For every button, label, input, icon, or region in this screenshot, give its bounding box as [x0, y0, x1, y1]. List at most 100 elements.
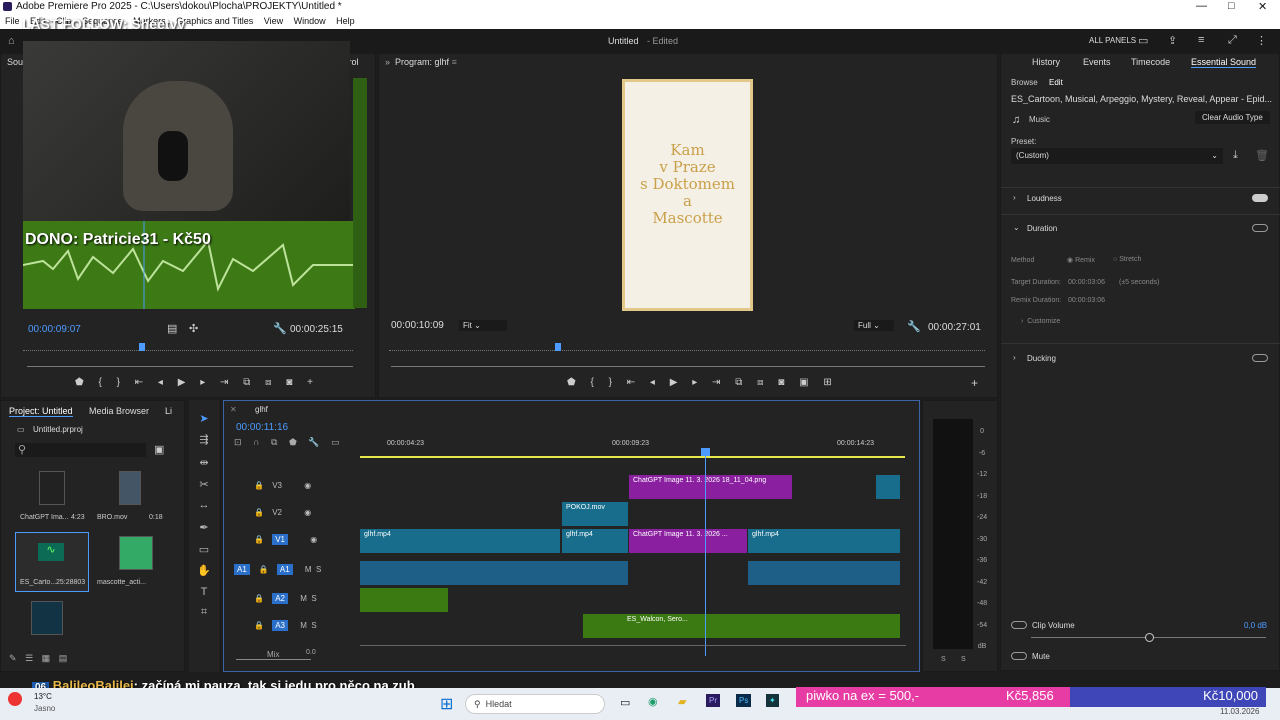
export-frame-icon[interactable]: ◙ [778, 377, 784, 388]
close-sequence-icon[interactable]: ✕ [230, 405, 237, 414]
program-goto-out-icon[interactable]: ⇥ [712, 377, 720, 388]
weather-icon[interactable] [8, 692, 22, 706]
caption-tool-icon[interactable]: ⌗ [195, 606, 213, 622]
program-ruler[interactable] [389, 345, 985, 351]
task-view-icon[interactable]: ▭ [620, 696, 630, 709]
program-add-icon[interactable]: + [971, 376, 978, 390]
thumb-video[interactable] [31, 601, 63, 635]
menu-help[interactable]: Help [336, 16, 355, 26]
linked-icon[interactable]: ⧉ [271, 437, 277, 447]
more-icon[interactable]: ⋮ [1256, 34, 1267, 47]
stretch-radio[interactable]: ○ Stretch [1113, 256, 1141, 263]
marker-icon[interactable]: ⬟ [75, 377, 84, 388]
program-marker-icon[interactable]: ⬟ [567, 377, 576, 388]
duration-section[interactable]: Duration [1027, 224, 1057, 233]
clear-audio-type-button[interactable]: Clear Audio Type [1195, 111, 1270, 124]
list-view-icon[interactable]: ☰ [25, 653, 33, 663]
goto-out-icon[interactable]: ⇥ [220, 377, 228, 388]
panel-menu-icon[interactable]: » [385, 57, 390, 67]
timeline-wrench-icon[interactable]: 🔧 [308, 437, 319, 447]
overwrite-icon[interactable]: ⧈ [265, 377, 271, 388]
clip-v3-image[interactable]: ChatGPT Image 11. 3. 2026 18_11_04.png [629, 475, 792, 499]
tab-essential-sound[interactable]: Essential Sound [1191, 57, 1257, 68]
program-in-icon[interactable]: { [590, 377, 593, 388]
compare-icon[interactable]: ▣ [799, 377, 808, 388]
ducking-section[interactable]: Ducking [1027, 354, 1056, 363]
duration-toggle[interactable] [1252, 224, 1268, 232]
goto-in-icon[interactable]: ⇤ [135, 377, 143, 388]
timeline-playhead[interactable] [705, 451, 706, 656]
ducking-toggle[interactable] [1252, 354, 1268, 362]
sequence-tab[interactable]: glhf [255, 405, 268, 414]
snap-icon[interactable]: ⊡ [234, 437, 242, 447]
camera-icon[interactable]: ◙ [286, 377, 292, 388]
clip-volume-value[interactable]: 0,0 dB [1244, 621, 1267, 630]
razor-icon[interactable]: ✂ [195, 478, 213, 494]
captions-icon[interactable]: ▭ [331, 437, 340, 447]
ducking-chevron-icon[interactable]: › [1013, 353, 1016, 362]
photoshop-taskbar-icon[interactable]: Ps [736, 694, 752, 707]
clip-volume-handle[interactable] [1145, 633, 1154, 642]
solo-left-button[interactable]: S [941, 656, 946, 663]
maximize-button[interactable]: □ [1228, 0, 1235, 12]
pen-tool-icon[interactable]: ✒ [195, 521, 213, 537]
mute-toggle[interactable] [1011, 652, 1027, 660]
extract-icon[interactable]: ⧈ [757, 377, 763, 388]
program-play-icon[interactable]: ▶ [670, 377, 678, 388]
tab-browse[interactable]: Browse [1011, 78, 1038, 87]
clip-v1-glhf-1[interactable]: glhf.mp4 [360, 529, 560, 553]
edge-icon[interactable]: ◉ [648, 695, 658, 708]
all-panels-button[interactable]: ALL PANELS [1089, 36, 1136, 45]
tab-events[interactable]: Events [1083, 57, 1111, 67]
loudness-section[interactable]: Loudness [1027, 194, 1062, 203]
mix-value[interactable]: 0.0 [306, 649, 316, 656]
minimize-button[interactable]: — [1196, 0, 1207, 12]
pen-icon[interactable]: ✎ [9, 653, 17, 663]
add-marker-icon[interactable]: ⬟ [289, 437, 297, 447]
source-ruler[interactable] [23, 345, 353, 351]
clip-v1-image[interactable]: ChatGPT Image 11. 3. 2026 ... [629, 529, 747, 553]
delete-preset-icon[interactable]: 🗑 [1255, 149, 1269, 162]
clip-a3-music[interactable]: ES_Walcon, Sero... [583, 614, 900, 638]
target-duration-value[interactable]: 00:00:03:06 [1068, 279, 1105, 286]
menu-view[interactable]: View [264, 16, 283, 26]
mix-slider[interactable] [236, 659, 311, 660]
home-icon[interactable]: ⌂ [8, 35, 15, 47]
in-point-icon[interactable]: { [98, 377, 101, 388]
freeform-icon[interactable]: ▤ [59, 653, 68, 663]
icon-view-icon[interactable]: ▦ [42, 653, 51, 663]
clip-a2-music[interactable] [360, 588, 448, 612]
tab-libraries[interactable]: Li [165, 406, 172, 416]
fit-dropdown[interactable]: Fit ⌄ [459, 320, 507, 331]
magnet-icon[interactable]: ∩ [253, 437, 259, 447]
project-search-input[interactable]: ⚲ [15, 443, 146, 457]
thumb-mascotte[interactable] [119, 536, 153, 570]
step-back-icon[interactable]: ◂ [158, 377, 163, 388]
source-playhead[interactable] [139, 343, 145, 351]
playhead-handle[interactable] [701, 448, 710, 456]
clip-v2-pokoj[interactable]: POKOJ.mov [562, 502, 628, 526]
taskbar-search[interactable]: ⚲ Hledat [465, 694, 605, 714]
slip-icon[interactable]: ↔ [195, 499, 213, 515]
step-forward-icon[interactable]: ▸ [200, 377, 205, 388]
program-step-forward-icon[interactable]: ▸ [692, 377, 697, 388]
fullscreen-icon[interactable]: ⤢ [1228, 34, 1237, 47]
tab-edit[interactable]: Edit [1049, 78, 1063, 87]
type-tool-icon[interactable]: T [195, 586, 213, 602]
program-playhead[interactable] [555, 343, 561, 351]
save-preset-icon[interactable]: ⤓ [1233, 149, 1238, 162]
source-zoom-bar[interactable] [27, 366, 353, 367]
wrench-icon[interactable]: 🔧 [273, 322, 287, 335]
rectangle-icon[interactable]: ▭ [195, 543, 213, 559]
selection-tool-icon[interactable]: ➤ [195, 412, 213, 428]
duration-chevron-icon[interactable]: ⌄ [1013, 223, 1020, 232]
timeline-timecode[interactable]: 00:00:11:16 [236, 422, 288, 433]
close-button[interactable]: ✕ [1258, 0, 1267, 13]
menu-graphics[interactable]: Graphics and Titles [176, 16, 253, 26]
hand-icon[interactable]: ✋ [195, 564, 213, 580]
tab-history[interactable]: History [1032, 57, 1060, 67]
ripple-edit-icon[interactable]: ⇹ [195, 456, 213, 472]
start-icon[interactable]: ⊞ [440, 694, 453, 714]
customize-toggle[interactable]: › Customize [1021, 318, 1060, 325]
clip-v3-small[interactable] [876, 475, 900, 499]
